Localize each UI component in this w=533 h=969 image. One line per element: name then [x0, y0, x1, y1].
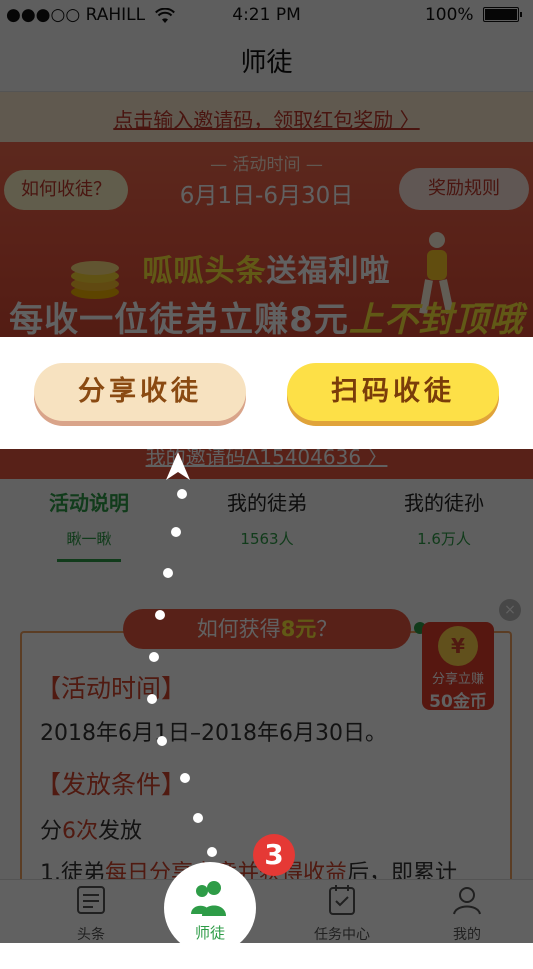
share-earn-coins-badge[interactable]: ¥ 分享立赚 50金币 — [422, 622, 494, 712]
yuan-coin-icon: ¥ — [438, 626, 478, 666]
promo-slogan: 每收一位徒弟立赚8元上不封顶哦 — [0, 292, 533, 341]
activity-content: 如何获得8元？ 【活动时间】 2018年6月1日–2018年6月30日。 【发放… — [0, 569, 533, 901]
section-title-conditions: 【发放条件】 — [36, 770, 187, 799]
how-pill-suffix: ？ — [316, 617, 338, 641]
how-to-earn-pill: 如何获得8元？ — [123, 609, 411, 649]
invite-code-banner[interactable]: 点击输入邀请码，领取红包奖励 〉 — [0, 92, 533, 142]
cond-suffix: 发放 — [98, 819, 143, 844]
battery-icon — [483, 7, 522, 22]
page-title: 师徒 — [240, 48, 293, 78]
users-icon — [191, 881, 226, 916]
promo-welfare: 送福利啦 — [266, 254, 391, 289]
tab-activity-info[interactable]: 活动说明 瞅一瞅 — [0, 487, 178, 562]
battery-indicator: 100% — [424, 5, 522, 25]
profile-icon — [453, 887, 481, 915]
reward-rules-button[interactable]: 奖励规则 — [399, 168, 529, 210]
cond-count: 6次 — [62, 819, 99, 844]
promo-tail: 上不封顶哦 — [348, 300, 524, 340]
tabbar-label: 头条 — [77, 927, 105, 943]
invite-code-link[interactable]: 点击输入邀请码，领取红包奖励 〉 — [113, 104, 419, 133]
promo-main: 每收一位徒弟立赚8元 — [9, 300, 349, 340]
status-bar: ●●●○○ RAHILL 4:21 PM 100% — [0, 0, 533, 32]
tabbar-item-news[interactable]: 头条 — [31, 882, 151, 944]
section-title-time: 【活动时间】 — [36, 674, 187, 703]
tabbar-label: 我的 — [453, 927, 481, 943]
badge-line-2: 50金币 — [429, 692, 487, 712]
tab-underline — [57, 559, 121, 562]
tab-sub: 1.6万人 — [417, 530, 471, 548]
share-recruit-button[interactable]: 分享收徒 — [34, 363, 246, 421]
app-screen: ●●●○○ RAHILL 4:21 PM 100% 师徒 点击输入邀请码，领取红… — [0, 0, 533, 969]
how-pill-prefix: 如何获得 — [196, 617, 281, 641]
tabbar-item-profile[interactable]: 我的 — [407, 882, 527, 944]
bottom-tab-bar: 头条 任务中心 我的 — [0, 879, 533, 943]
tab-label: 活动说明 — [49, 491, 129, 515]
tab-my-apprentices[interactable]: 我的徒弟 1563人 — [178, 487, 356, 549]
info-tabs: 活动说明 瞅一瞅 我的徒弟 1563人 我的徒孙 1.6万人 — [0, 479, 533, 569]
task-icon — [329, 885, 355, 915]
cond-prefix: 分 — [40, 819, 63, 844]
badge-line-1: 分享立赚 — [431, 672, 484, 687]
promo-banner: — 活动时间 — 6月1日-6月30日 如何收徒？ 奖励规则 呱呱头条送福利啦 … — [0, 142, 533, 342]
tab-sub: 1563人 — [240, 530, 294, 548]
promo-brand: 呱呱头条 — [142, 254, 267, 289]
tabbar-item-mentor[interactable]: 师徒 — [164, 862, 256, 954]
tabbar-label: 任务中心 — [314, 927, 370, 943]
share-buttons-panel: 分享收徒 扫码收徒 — [0, 337, 533, 449]
tabbar-item-tasks[interactable]: 任务中心 — [282, 882, 402, 944]
tab-my-grand-apprentices[interactable]: 我的徒孙 1.6万人 — [355, 487, 533, 549]
tab-sub: 瞅一瞅 — [66, 530, 112, 548]
wifi-icon — [155, 8, 175, 23]
my-invite-code-link[interactable]: 我的邀请码A15404636 〉 — [146, 449, 388, 470]
bottom-safe-area — [0, 943, 533, 969]
tabbar-label: 师徒 — [194, 924, 225, 942]
close-badge-button[interactable]: × — [499, 599, 521, 621]
how-pill-amount: 8元 — [280, 617, 317, 641]
news-icon — [77, 886, 105, 914]
my-invite-code-strip[interactable]: 我的邀请码A15404636 〉 — [0, 449, 533, 479]
step-number-badge: 3 — [253, 834, 295, 876]
promo-headline: 呱呱头条送福利啦 — [0, 246, 533, 290]
how-to-recruit-button[interactable]: 如何收徒？ — [4, 170, 128, 210]
section-body-conditions: 分6次发放 — [40, 813, 142, 845]
nav-bar: 师徒 — [0, 32, 533, 92]
battery-percent: 100% — [424, 5, 474, 25]
section-body-time: 2018年6月1日–2018年6月30日。 — [40, 721, 387, 746]
tab-label: 我的徒弟 — [227, 491, 307, 515]
tab-label: 我的徒孙 — [404, 491, 484, 515]
scan-recruit-button[interactable]: 扫码收徒 — [287, 363, 499, 421]
